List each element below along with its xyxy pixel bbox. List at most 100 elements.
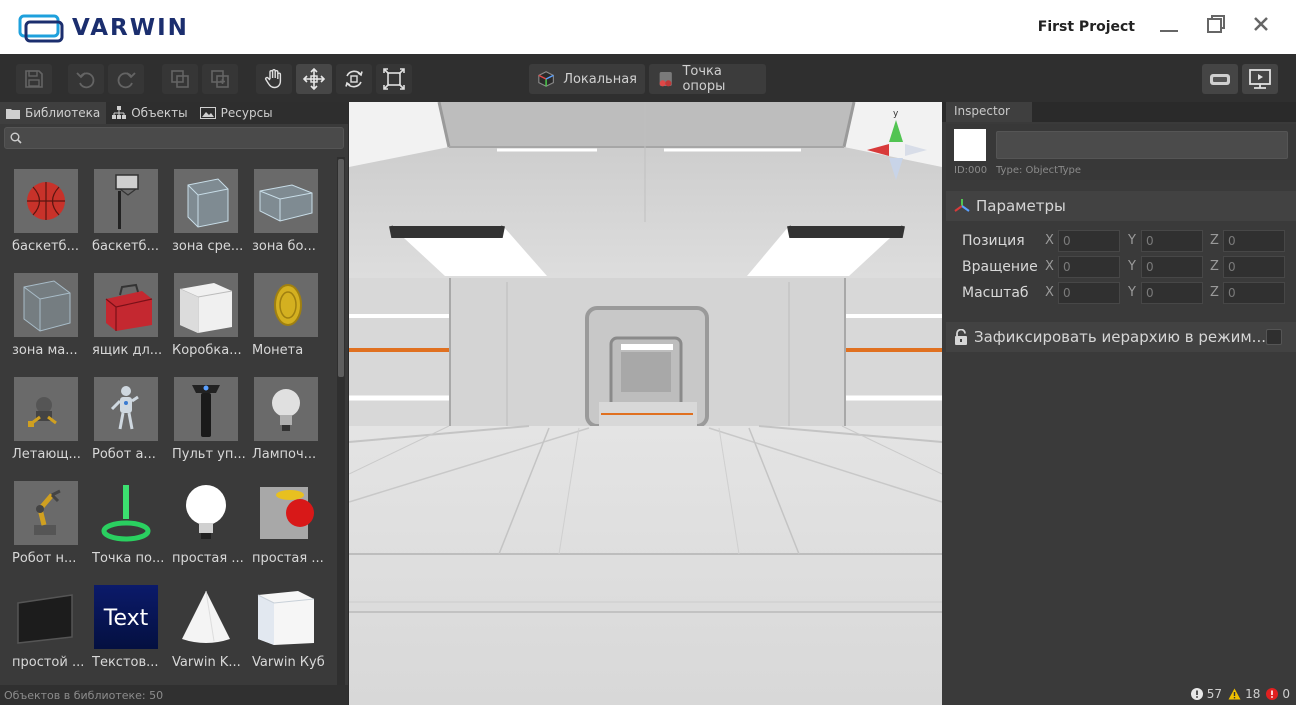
scale-x-input[interactable]: 0	[1058, 282, 1120, 304]
scale-icon	[383, 68, 405, 90]
pivot-icon	[659, 72, 672, 87]
scale-label: Масштаб	[962, 285, 1029, 301]
item-thumbnail	[254, 273, 318, 337]
parameters-section-header[interactable]: Параметры	[946, 191, 1296, 221]
library-scrollbar[interactable]	[337, 157, 345, 687]
item-label: Лампоч...	[252, 447, 317, 462]
item-thumbnail	[14, 481, 78, 545]
varwin-editor-window: VARWIN First Project Локальная Точка опо…	[0, 0, 1296, 705]
gizmo-y-label: y	[893, 109, 899, 119]
library-item[interactable]: Лампоч...	[252, 365, 332, 465]
group-button[interactable]	[202, 64, 238, 94]
hand-icon	[265, 69, 282, 89]
item-thumbnail	[14, 169, 78, 233]
tab-library[interactable]: Библиотека	[0, 102, 107, 124]
item-label: Коробка...	[172, 343, 242, 358]
status-counters: 57 18 0	[1190, 685, 1296, 703]
library-item[interactable]: простая ...	[172, 469, 252, 569]
axis-z-label: Z	[1210, 285, 1219, 300]
title-bar: VARWIN First Project	[0, 0, 1296, 54]
position-x-input[interactable]: 0	[1058, 230, 1120, 252]
object-name-field[interactable]	[996, 131, 1288, 159]
item-thumbnail	[94, 169, 158, 233]
rotation-x-input[interactable]: 0	[1058, 256, 1120, 278]
move-tool-button[interactable]	[296, 64, 332, 94]
library-item[interactable]: Varwin Куб	[252, 573, 332, 673]
library-item[interactable]: простой ...	[12, 573, 92, 673]
library-item[interactable]: Монета	[252, 261, 332, 361]
library-item[interactable]: Робот н...	[12, 469, 92, 569]
scale-z-input[interactable]: 0	[1223, 282, 1285, 304]
text-thumb-word: Text	[103, 606, 149, 631]
library-item[interactable]: Пульт уп...	[172, 365, 252, 465]
rotation-y-input[interactable]: 0	[1141, 256, 1203, 278]
lock-hierarchy-row[interactable]: Зафиксировать иерархию в режим...	[946, 322, 1296, 352]
warning-count: 18	[1245, 687, 1261, 701]
scene-viewport[interactable]: y	[349, 102, 942, 705]
orientation-gizmo-icon[interactable]: y	[859, 106, 935, 186]
library-item[interactable]: Text Текстов...	[92, 573, 172, 673]
tab-objects[interactable]: Объекты	[106, 102, 193, 124]
move-icon	[302, 67, 326, 91]
library-item[interactable]: ящик дл...	[92, 261, 172, 361]
android-robot-icon	[110, 386, 139, 430]
item-label: Робот а...	[92, 447, 156, 462]
maximize-button[interactable]	[1203, 14, 1229, 40]
library-item[interactable]: баскетб...	[92, 157, 172, 257]
library-item[interactable]: Робот а...	[92, 365, 172, 465]
local-space-toggle[interactable]: Локальная	[529, 64, 645, 94]
library-item[interactable]: Летающ...	[12, 365, 92, 465]
item-thumbnail	[94, 377, 158, 441]
position-y-input[interactable]: 0	[1141, 230, 1203, 252]
tab-inspector[interactable]: Inspector	[946, 102, 1032, 122]
tab-objects-label: Объекты	[131, 106, 188, 120]
scale-y-input[interactable]: 0	[1141, 282, 1203, 304]
axis-y-label: Y	[1128, 285, 1136, 300]
position-z-input[interactable]: 0	[1223, 230, 1285, 252]
library-item[interactable]: Точка по...	[92, 469, 172, 569]
library-item[interactable]: зона ма...	[12, 261, 92, 361]
item-thumbnail	[254, 377, 318, 441]
library-item[interactable]: Varwin K...	[172, 573, 252, 673]
close-button[interactable]	[1248, 14, 1274, 40]
desktop-preview-icon	[1249, 69, 1271, 89]
library-grid: баскетб... баскетб... зона сре... зона б…	[0, 157, 336, 687]
item-label: Монета	[252, 343, 304, 358]
lock-hierarchy-checkbox[interactable]	[1266, 329, 1282, 345]
close-icon	[1254, 17, 1268, 31]
save-button[interactable]	[16, 64, 52, 94]
undo-button[interactable]	[68, 64, 104, 94]
tab-resources[interactable]: Ресурсы	[194, 102, 279, 124]
box-icon	[179, 283, 233, 333]
library-item[interactable]: Коробка...	[172, 261, 252, 361]
rotation-z-input[interactable]: 0	[1223, 256, 1285, 278]
rotate-tool-button[interactable]	[336, 64, 372, 94]
duplicate-button[interactable]	[162, 64, 198, 94]
tab-library-label: Библиотека	[25, 106, 101, 120]
info-icon	[1190, 688, 1203, 700]
warning-icon	[1228, 688, 1241, 700]
vr-preview-button[interactable]	[1202, 64, 1238, 94]
redo-button[interactable]	[108, 64, 144, 94]
library-item[interactable]: зона сре...	[172, 157, 252, 257]
minimize-button[interactable]	[1156, 14, 1182, 40]
library-item[interactable]: простая ...	[252, 469, 332, 569]
rotate-icon	[345, 70, 363, 88]
logo-text: VARWIN	[72, 15, 189, 41]
desktop-preview-button[interactable]	[1242, 64, 1278, 94]
library-item[interactable]: зона бо...	[252, 157, 332, 257]
scale-tool-button[interactable]	[376, 64, 412, 94]
zone-cube-icon	[187, 178, 229, 228]
hand-tool-button[interactable]	[256, 64, 292, 94]
local-space-label: Локальная	[563, 71, 637, 87]
pivot-point-toggle[interactable]: Точка опоры	[649, 64, 766, 94]
position-row: Позиция X 0 Y 0 Z 0	[962, 230, 1292, 252]
library-item[interactable]: баскетб...	[12, 157, 92, 257]
library-scrollbar-thumb[interactable]	[338, 159, 344, 377]
library-search-input[interactable]	[27, 130, 337, 146]
item-label: зона сре...	[172, 239, 244, 254]
object-type: Type: ObjectType	[996, 165, 1082, 176]
minimize-icon	[1160, 30, 1178, 32]
item-thumbnail	[174, 169, 238, 233]
axis-z-label: Z	[1210, 233, 1219, 248]
